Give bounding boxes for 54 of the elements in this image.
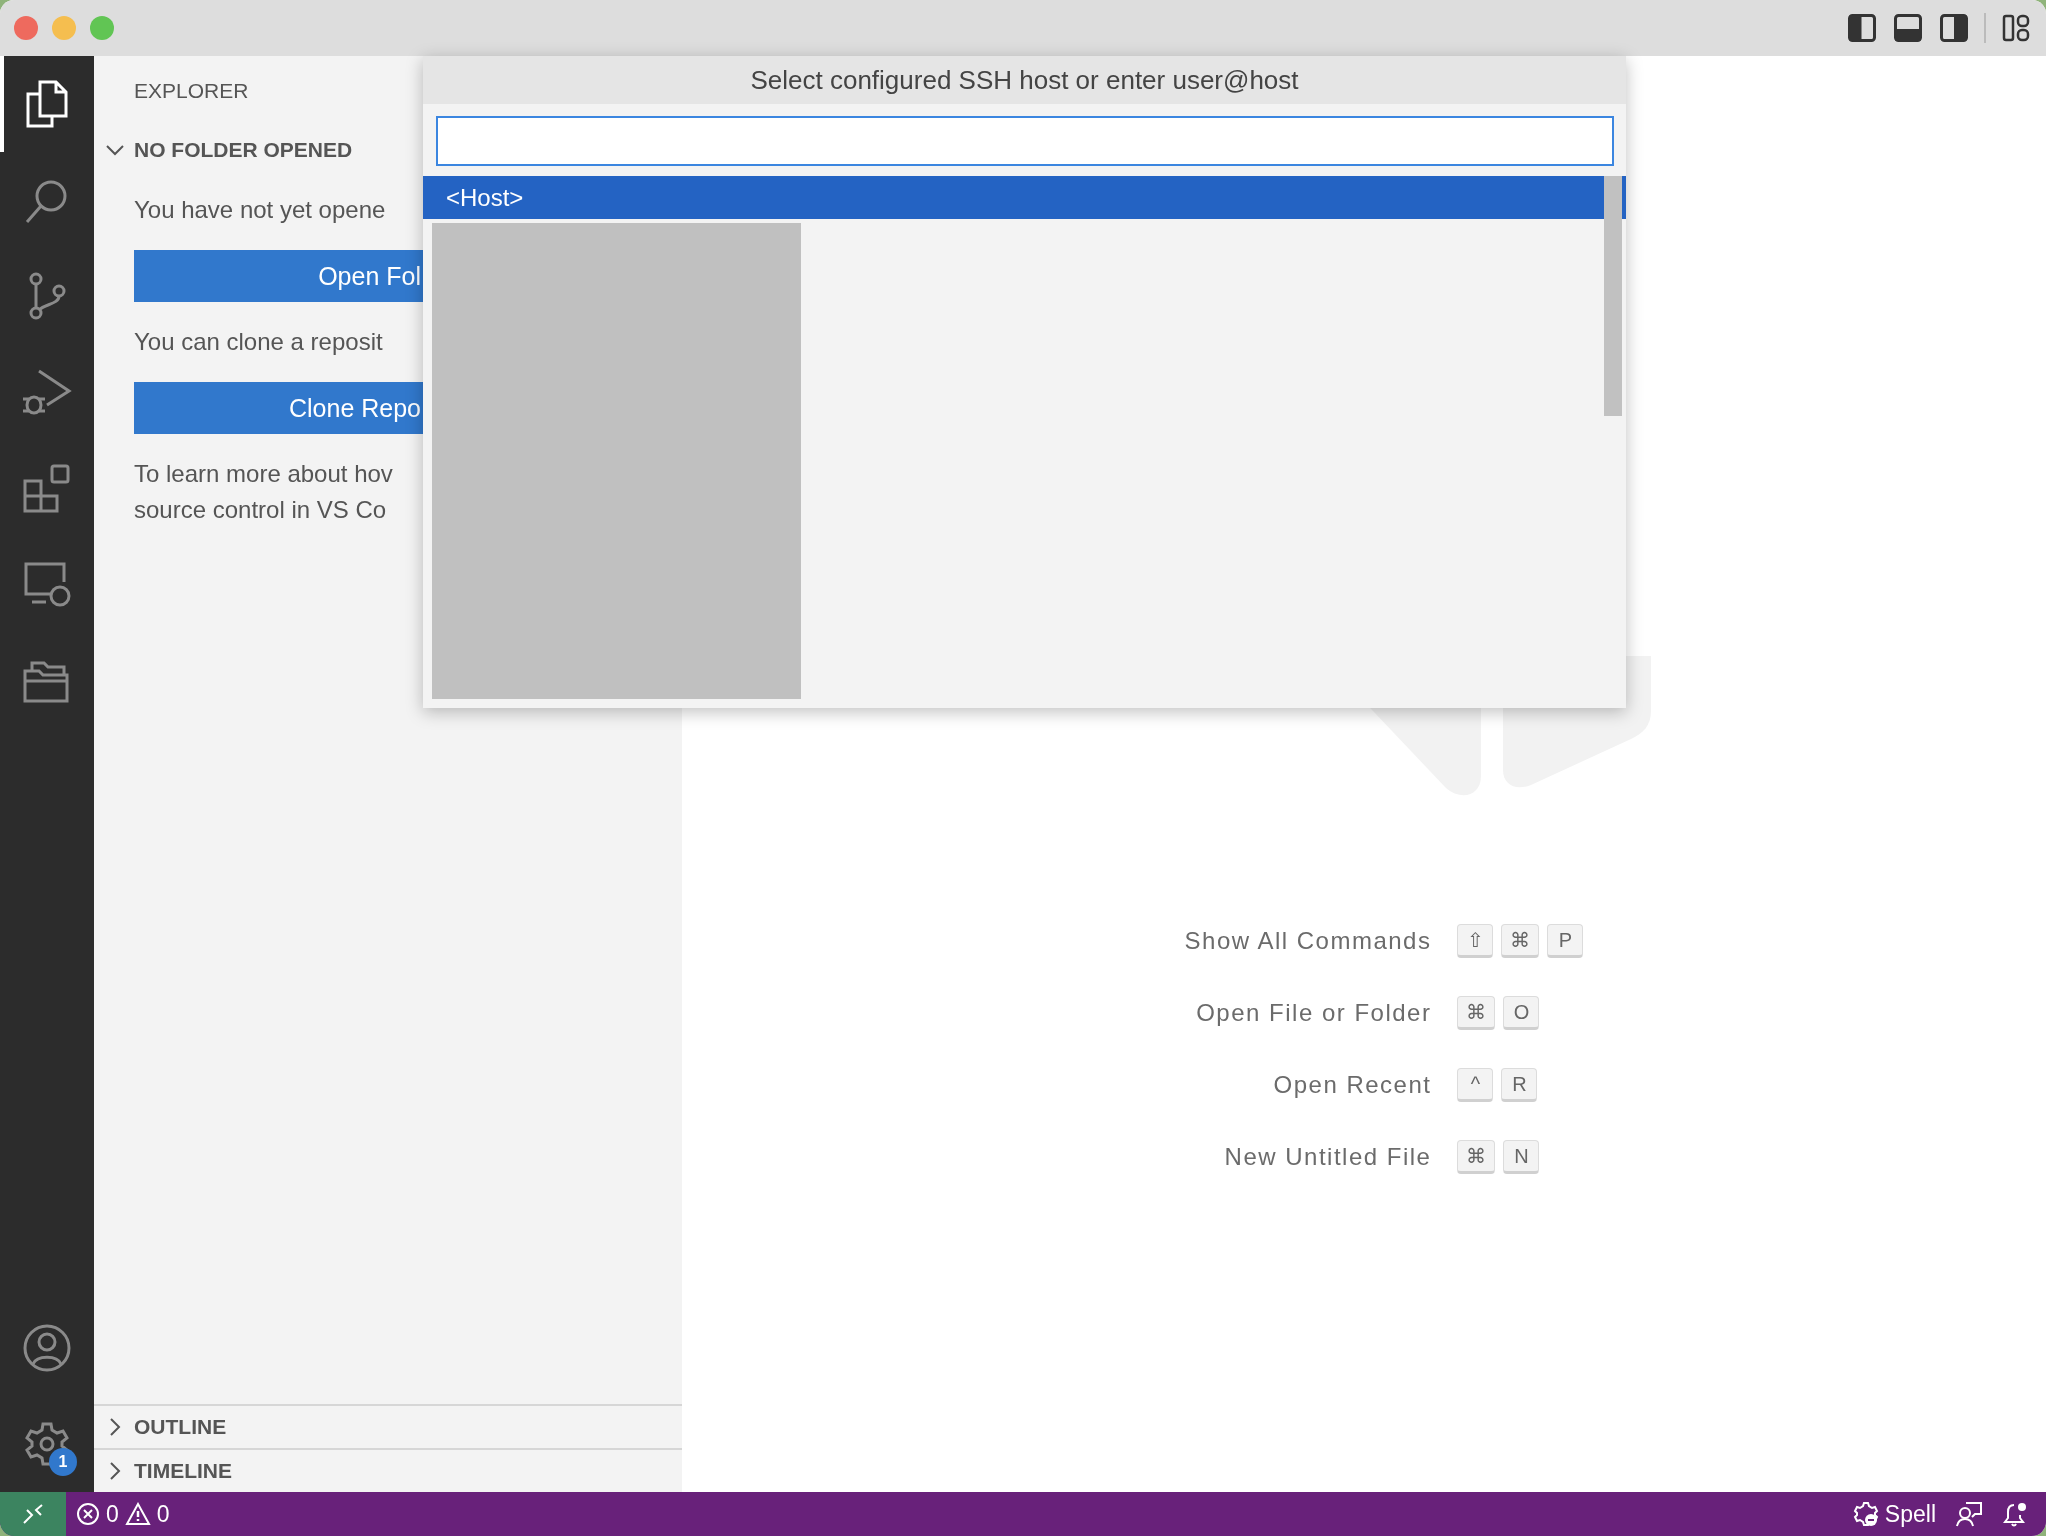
remote-button[interactable] <box>0 1492 66 1536</box>
keyboard-key: ⌘ <box>1457 1140 1496 1174</box>
keyboard-key: ⌘ <box>1501 924 1540 958</box>
spell-label: Spell <box>1884 1500 1936 1528</box>
panel-title: OUTLINE <box>134 1415 227 1439</box>
keyboard-key: R <box>1501 1068 1538 1102</box>
sidebar-message: You have not yet opene <box>134 195 386 225</box>
keyboard-key: O <box>1503 996 1540 1030</box>
error-icon <box>76 1502 100 1526</box>
warning-count: 0 <box>156 1500 170 1528</box>
files-icon <box>24 78 70 130</box>
keyboard-key: N <box>1503 1140 1540 1174</box>
sidebar-title: EXPLORER <box>133 78 250 104</box>
gear-icon <box>23 1420 71 1468</box>
panel-header[interactable]: OUTLINE <box>94 1404 682 1448</box>
quick-pick-title: Select configured SSH host or enter user@host <box>423 56 1626 104</box>
notification-badge: 1 <box>49 1448 77 1476</box>
remote-monitor-icon <box>22 560 72 608</box>
warning-icon <box>124 1502 151 1526</box>
spell-status[interactable]: Spell <box>1842 1492 1946 1536</box>
manage-button[interactable]: 1 <box>0 1396 94 1492</box>
person-comment-icon <box>1956 1501 1982 1527</box>
sidebar-message: To learn more about hov source control in VS Co <box>134 459 393 525</box>
keyboard-key: P <box>1547 924 1584 958</box>
toggle-bottom-panel-icon[interactable] <box>1892 12 1924 44</box>
keyboard-key: ⇧ <box>1457 924 1494 958</box>
extensions-icon <box>22 463 72 513</box>
sidebar-message: You can clone a reposit <box>134 327 383 357</box>
panel-title: TIMELINE <box>134 1459 232 1483</box>
section-title: NO FOLDER OPENED <box>134 138 353 162</box>
shortcut-label: Open Recent <box>1272 1070 1432 1100</box>
scrollbar-thumb[interactable] <box>1604 176 1622 416</box>
sidebar-action-button[interactable]: Open Fol <box>134 250 423 302</box>
section-header[interactable]: NO FOLDER OPENED <box>94 126 353 174</box>
quick-pick-item[interactable]: <Host> <box>423 176 1626 219</box>
error-count: 0 <box>106 1500 119 1528</box>
gear-icon <box>1852 1501 1879 1527</box>
branch-icon <box>27 271 67 321</box>
keyboard-key: ^ <box>1457 1068 1494 1102</box>
shortcut-label: Show All Commands <box>1184 926 1432 956</box>
shortcut-label: New Untitled File <box>1223 1142 1432 1172</box>
bell-icon <box>2002 1501 2028 1527</box>
host-input-field[interactable] <box>436 116 1614 166</box>
shortcut-label: Open File or Folder <box>1195 998 1432 1028</box>
toggle-left-panel-icon[interactable] <box>1846 12 1878 44</box>
customize-layout-icon[interactable] <box>2000 12 2032 44</box>
sidebar-action-button[interactable]: Clone Repo <box>134 382 423 434</box>
account-icon <box>22 1323 72 1373</box>
close-window-button[interactable] <box>14 16 38 40</box>
toggle-right-panel-icon[interactable] <box>1938 12 1970 44</box>
keyboard-key: ⌘ <box>1457 996 1496 1030</box>
remote-icon <box>22 1503 44 1525</box>
run-debug-icon <box>21 367 73 417</box>
problems-status[interactable]: 0 0 <box>66 1492 180 1536</box>
